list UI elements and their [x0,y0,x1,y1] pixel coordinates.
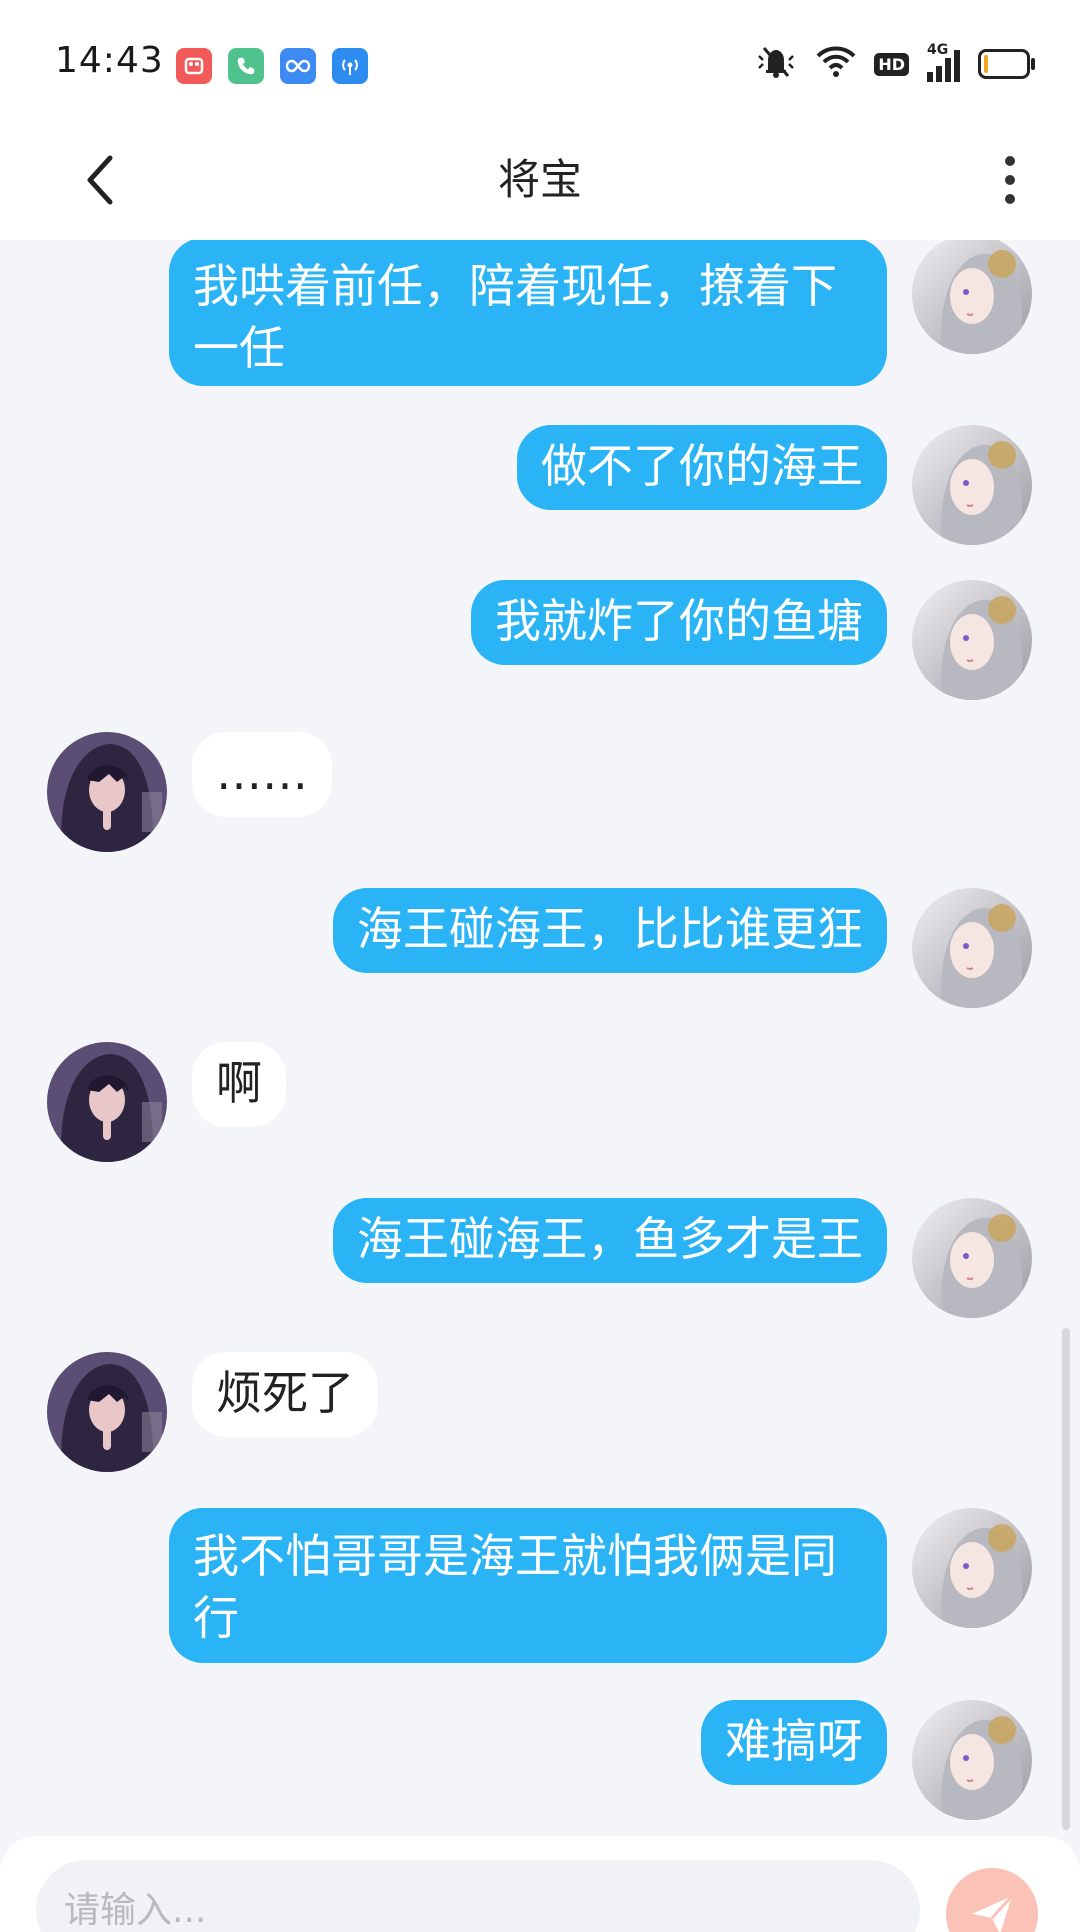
message-row: 海王碰海王，比比谁更狂 [0,888,1080,1008]
avatar-contact[interactable] [47,1352,167,1472]
signal-icon: 4G [927,42,960,82]
battery-level-fill [984,55,988,73]
message-input[interactable] [36,1860,920,1932]
message-bubble-sent[interactable]: 海王碰海王，比比谁更狂 [333,888,887,973]
hd-icon: HD [874,52,909,76]
chat-screen: 14:43 HD 4G 将宝 我哄着前任，陪着现任，撩着下一任 做不了你的海王 … [0,0,1080,1932]
phone-icon [228,48,264,84]
message-bubble-sent[interactable]: 我就炸了你的鱼塘 [471,580,887,665]
status-indicators: HD 4G [754,42,1035,84]
battery-icon [978,49,1035,79]
message-bubble-sent[interactable]: 我不怕哥哥是海王就怕我俩是同行 [169,1508,887,1663]
message-row: 做不了你的海王 [0,425,1080,545]
message-row: 烦死了 [0,1352,1080,1472]
title-bar: 将宝 [0,120,1080,240]
message-bubble-received[interactable]: …… [192,732,332,817]
message-bubble-sent[interactable]: 做不了你的海王 [517,425,887,510]
message-bubble-received[interactable]: 啊 [192,1042,286,1127]
app-store-icon [176,48,212,84]
message-bubble-received[interactable]: 烦死了 [192,1352,378,1437]
message-bubble-sent[interactable]: 难搞呀 [701,1700,887,1785]
message-row: 我哄着前任，陪着现任，撩着下一任 [0,240,1080,386]
message-list[interactable]: 我哄着前任，陪着现任，撩着下一任 做不了你的海王 我就炸了你的鱼塘 …… 海王碰… [0,240,1080,1835]
avatar-self[interactable] [912,580,1032,700]
infinity-icon [280,48,316,84]
avatar-self[interactable] [912,1198,1032,1318]
send-icon [972,1894,1014,1932]
page-title: 将宝 [497,155,582,204]
avatar-self[interactable] [912,240,1032,354]
avatar-self[interactable] [912,1508,1032,1628]
more-vertical-icon [1005,156,1015,166]
send-button[interactable] [946,1868,1038,1932]
network-type-label: 4G [927,42,949,58]
message-bubble-sent[interactable]: 海王碰海王，鱼多才是王 [333,1198,887,1283]
message-row: 啊 [0,1042,1080,1162]
message-row: …… [0,732,1080,852]
message-row: 我不怕哥哥是海王就怕我俩是同行 [0,1508,1080,1668]
more-options-button[interactable] [970,140,1050,220]
avatar-self[interactable] [912,425,1032,545]
message-row: 我就炸了你的鱼塘 [0,580,1080,700]
avatar-contact[interactable] [47,1042,167,1162]
message-row: 海王碰海王，鱼多才是王 [0,1198,1080,1318]
message-bubble-sent[interactable]: 我哄着前任，陪着现任，撩着下一任 [169,240,887,386]
avatar-contact[interactable] [47,732,167,852]
hotspot-icon [332,48,368,84]
avatar-self[interactable] [912,1700,1032,1820]
message-composer [0,1836,1080,1932]
avatar-self[interactable] [912,888,1032,1008]
scrollbar[interactable] [1062,1328,1070,1830]
wifi-icon [816,46,856,82]
mute-icon [754,44,798,84]
status-time: 14:43 [55,40,164,81]
message-row: 难搞呀 [0,1700,1080,1820]
status-bar: 14:43 HD 4G [0,0,1080,120]
